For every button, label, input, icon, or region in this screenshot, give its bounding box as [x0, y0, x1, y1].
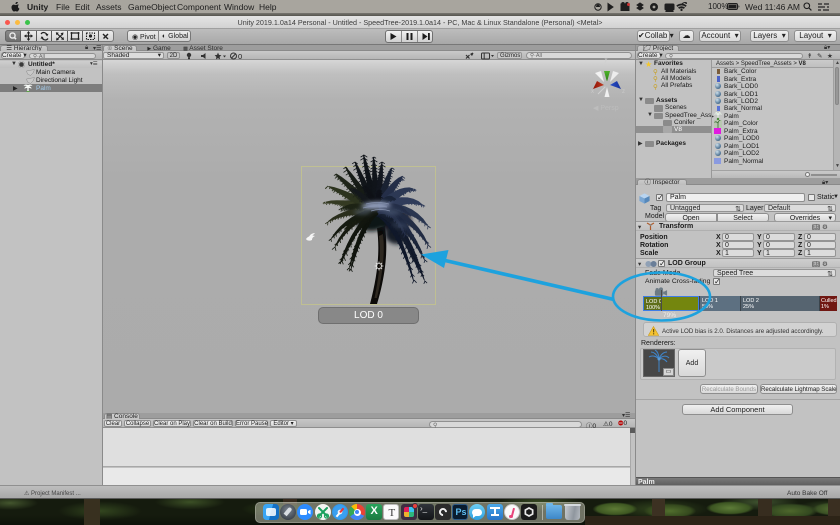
- svg-text:0: 0: [238, 52, 242, 60]
- svg-text:z: z: [622, 89, 625, 95]
- svg-text:y: y: [605, 57, 608, 63]
- svg-text:x: x: [591, 89, 594, 95]
